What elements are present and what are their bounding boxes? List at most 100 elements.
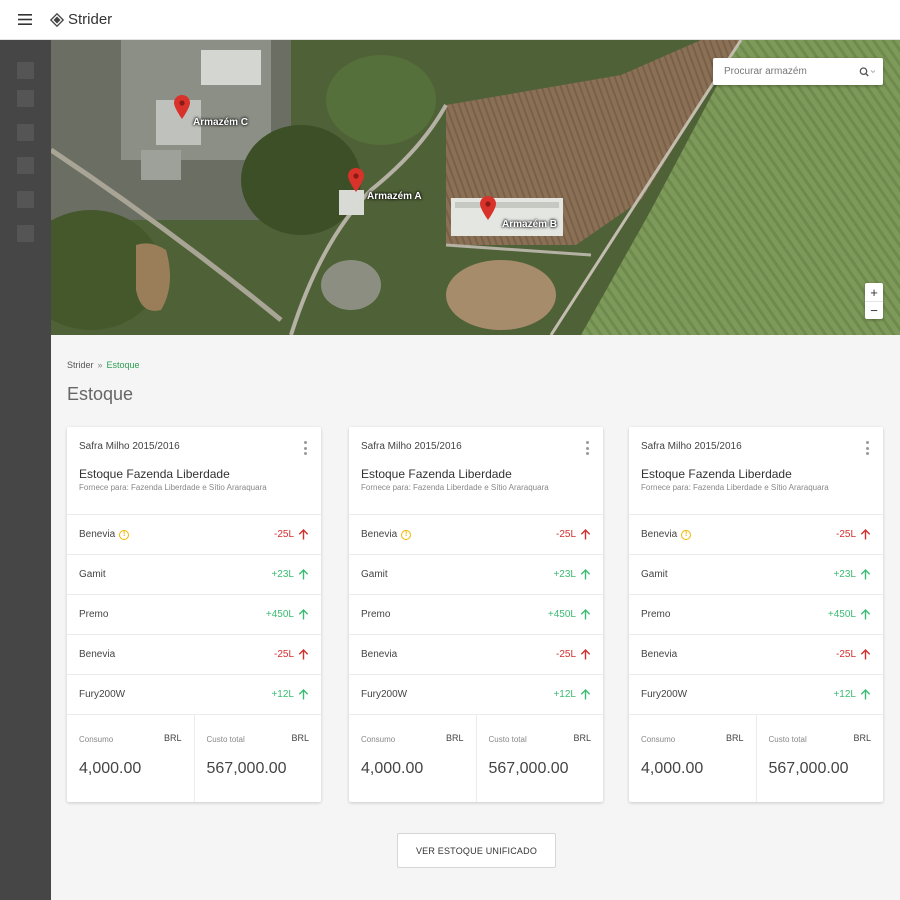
warning-icon: ! [119, 529, 130, 540]
consumption-label: Consumo [641, 735, 676, 744]
map-marker-label: Armazém C [193, 117, 249, 128]
top-bar: Strider [0, 0, 900, 40]
stock-change: +450L [548, 609, 591, 620]
consumption-summary: Consumo BRL 4,000.00 [349, 715, 476, 802]
stock-card: Safra Milho 2015/2016 Estoque Fazenda Lib… [349, 427, 603, 802]
brand-name: Strider [68, 11, 113, 28]
view-unified-stock-button[interactable]: VER ESTOQUE UNIFICADO [397, 833, 556, 868]
map-zoom-controls: + − [865, 283, 883, 319]
product-name-wrap: Gamit [361, 569, 388, 580]
stock-change-value: -25L [835, 649, 856, 660]
product-name: Gamit [79, 569, 106, 580]
map-marker-armazem-b[interactable] [480, 196, 496, 220]
product-name-wrap: Benevia [79, 649, 115, 660]
product-name: Benevia [641, 649, 678, 660]
sidebar-item-1[interactable] [17, 62, 34, 79]
total-cost-value: 567,000.00 [488, 760, 569, 777]
trend-arrow-icon [860, 569, 871, 580]
product-row[interactable]: Benevia -25L [629, 635, 883, 675]
product-row[interactable]: Gamit +23L [349, 555, 603, 595]
total-cost-label: Custo total [206, 735, 245, 744]
consumption-summary: Consumo BRL 4,000.00 [629, 715, 756, 802]
sidebar-item-5[interactable] [17, 191, 34, 208]
stock-change-value: +450L [265, 609, 294, 620]
total-cost-label: Custo total [488, 735, 527, 744]
trend-arrow-icon [580, 609, 591, 620]
product-row[interactable]: Benevia! -25L [629, 515, 883, 555]
total-cost-currency: BRL [573, 733, 591, 743]
total-cost-label: Custo total [768, 735, 807, 744]
product-row[interactable]: Benevia! -25L [349, 515, 603, 555]
more-options-icon[interactable] [301, 441, 309, 455]
breadcrumb-root[interactable]: Strider [67, 360, 94, 370]
trend-arrow-icon [580, 689, 591, 700]
total-cost-summary: Custo total BRL 567,000.00 [193, 715, 322, 802]
breadcrumb-separator: » [97, 360, 103, 370]
card-footer: Consumo BRL 4,000.00 Custo total BRL 567,000.… [349, 715, 603, 802]
product-row[interactable]: Benevia! -25L [67, 515, 321, 555]
consumption-label: Consumo [361, 735, 396, 744]
warning-icon: ! [681, 529, 692, 540]
strider-logo-icon [50, 12, 64, 27]
sidebar-item-4[interactable] [17, 157, 34, 174]
sidebar-item-2[interactable] [17, 90, 34, 107]
page-title: Estoque [67, 384, 134, 404]
more-options-icon[interactable] [863, 441, 871, 455]
product-name: Premo [79, 609, 109, 620]
product-row[interactable]: Benevia -25L [67, 635, 321, 675]
trend-arrow-icon [860, 609, 871, 620]
warehouse-search-input[interactable] [724, 66, 859, 77]
product-name-wrap: Gamit [641, 569, 668, 580]
trend-arrow-icon [580, 649, 591, 660]
stock-change: -25L [556, 649, 591, 660]
card-title: Estoque Fazenda Liberdade [361, 467, 512, 481]
product-row[interactable]: Premo +450L [67, 595, 321, 635]
zoom-in-button[interactable]: + [865, 283, 883, 301]
stock-change-value: +23L [833, 569, 856, 580]
sidebar-item-3[interactable] [17, 124, 34, 141]
product-name-wrap: Fury200W [641, 689, 687, 700]
stock-change: +23L [553, 569, 591, 580]
trend-arrow-icon [860, 689, 871, 700]
total-cost-value: 567,000.00 [206, 760, 287, 777]
total-cost-summary: Custo total BRL 567,000.00 [755, 715, 884, 802]
brand-logo[interactable]: Strider [50, 11, 112, 28]
trend-arrow-icon [298, 609, 309, 620]
zoom-out-button[interactable]: − [865, 301, 883, 319]
product-name: Gamit [361, 569, 388, 580]
product-name: Benevia [361, 529, 398, 540]
product-row[interactable]: Premo +450L [349, 595, 603, 635]
product-row[interactable]: Gamit +23L [67, 555, 321, 595]
card-header: Safra Milho 2015/2016 Estoque Fazenda Lib… [67, 427, 321, 515]
card-season: Safra Milho 2015/2016 [79, 441, 180, 452]
sidebar [0, 40, 51, 900]
trend-arrow-icon [860, 649, 871, 660]
stock-change-value: +23L [553, 569, 576, 580]
card-header: Safra Milho 2015/2016 Estoque Fazenda Lib… [349, 427, 603, 515]
product-row[interactable]: Fury200W +12L [629, 675, 883, 715]
stock-change-value: -25L [273, 649, 294, 660]
product-row[interactable]: Gamit +23L [629, 555, 883, 595]
trend-arrow-icon [580, 569, 591, 580]
stock-change-value: +12L [833, 689, 856, 700]
stock-change: -25L [274, 649, 309, 660]
product-row[interactable]: Benevia -25L [349, 635, 603, 675]
product-row[interactable]: Fury200W +12L [349, 675, 603, 715]
product-row[interactable]: Premo +450L [629, 595, 883, 635]
card-season: Safra Milho 2015/2016 [361, 441, 462, 452]
stock-card: Safra Milho 2015/2016 Estoque Fazenda Lib… [67, 427, 321, 802]
more-options-icon[interactable] [583, 441, 591, 455]
satellite-map[interactable]: Armazém C Armazém A Armazém B + − [51, 40, 900, 335]
consumption-currency: BRL [725, 733, 744, 743]
card-header: Safra Milho 2015/2016 Estoque Fazenda Lib… [629, 427, 883, 515]
map-marker-armazem-c[interactable] [174, 95, 190, 119]
product-row[interactable]: Fury200W +12L [67, 675, 321, 715]
map-marker-label: Armazém A [367, 191, 422, 202]
product-name-wrap: Premo [361, 609, 390, 620]
map-marker-armazem-a[interactable] [348, 168, 364, 192]
product-name-wrap: Benevia [361, 649, 397, 660]
card-subtitle: Fornece para: Fazenda Liberdade e Sítio … [79, 483, 267, 492]
menu-button[interactable] [0, 0, 50, 40]
sidebar-item-6[interactable] [17, 225, 34, 242]
search-icon[interactable] [859, 66, 875, 77]
